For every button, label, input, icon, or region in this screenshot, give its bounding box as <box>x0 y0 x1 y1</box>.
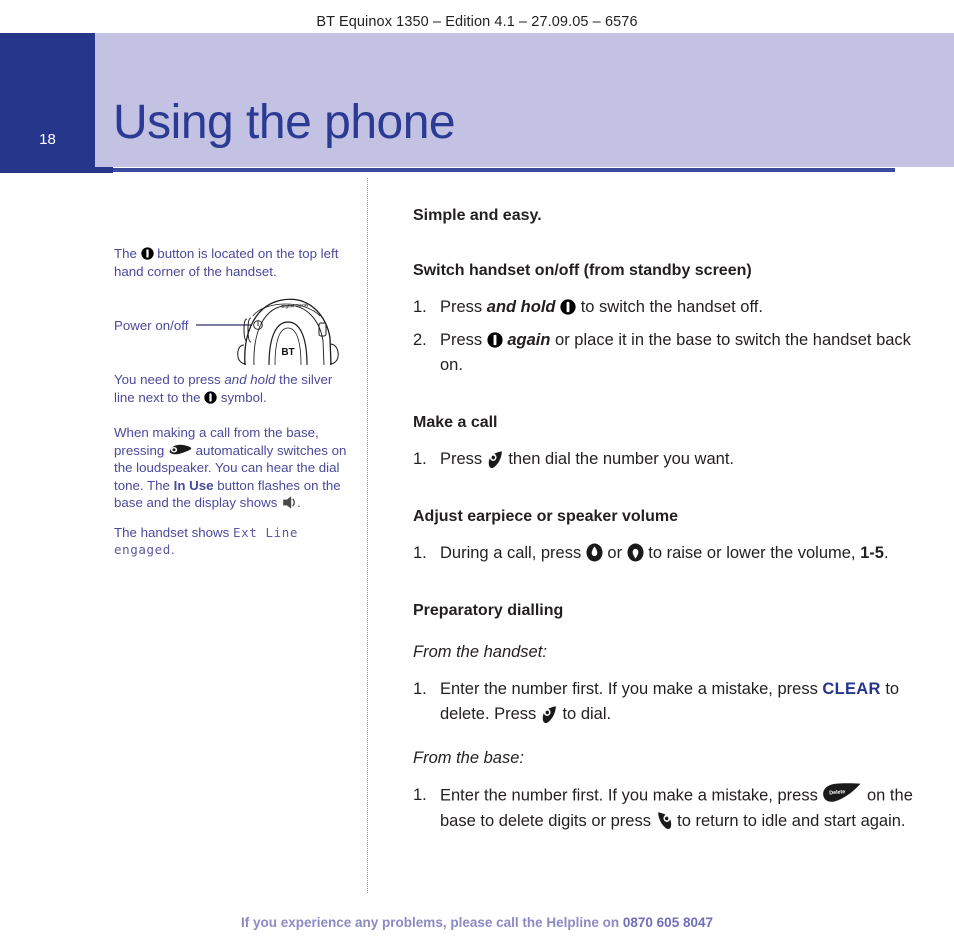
list-item-number: 1. <box>413 450 427 468</box>
handset-figure: Power on/off BT Digital Clarity <box>114 289 350 367</box>
list-item-number: 1. <box>413 680 427 698</box>
loudspeaker-icon <box>168 443 192 458</box>
list-item: 2. Press again or place it in the base t… <box>413 328 913 378</box>
volume-range: 1-5 <box>860 544 884 562</box>
step-text-tail: to switch the handset off. <box>576 298 763 316</box>
note3-text-e: . <box>297 495 301 510</box>
page-number-tab <box>0 33 95 173</box>
subheading-from-handset: From the handset: <box>413 643 547 661</box>
list-item-text: Press and hold to switch the handset off… <box>440 295 913 320</box>
list-item: 1. Press and hold to switch the handset … <box>413 295 913 320</box>
section-heading-switch-handset: Switch handset on/off (from standby scre… <box>413 262 752 279</box>
list-item-number: 1. <box>413 786 427 804</box>
power-icon <box>204 390 217 404</box>
helpline-phone-number: 0870 605 8047 <box>622 915 713 930</box>
dial-icon <box>487 450 504 469</box>
page-title: Using the phone <box>113 96 456 149</box>
list-item: 1. Enter the number first. If you make a… <box>413 677 913 727</box>
column-divider <box>367 178 369 893</box>
list-item-text: Enter the number first. If you make a mi… <box>440 783 913 834</box>
step-text: Press <box>440 450 487 468</box>
subheading-from-base: From the base: <box>413 749 524 767</box>
power-icon <box>560 299 576 315</box>
margin-note-press-hold: You need to press and hold the silver li… <box>114 371 350 406</box>
step-text-mid: or <box>602 544 627 562</box>
list-item-number: 2. <box>413 331 427 349</box>
list-item-number: 1. <box>413 298 427 316</box>
step-text-tail: to return to idle and start again. <box>672 811 906 830</box>
header-rule <box>113 168 895 172</box>
volume-down-icon <box>627 543 644 562</box>
margin-notes: The button is located on the top left ha… <box>114 245 350 559</box>
margin-note-ext-line: The handset shows Ext Line engaged. <box>114 524 350 559</box>
note4-text-a: The handset shows <box>114 524 234 540</box>
power-icon <box>140 247 154 260</box>
step-text: Press <box>440 331 487 349</box>
handset-brand-text: BT <box>281 347 294 358</box>
step-text-tail: then dial the number you want. <box>503 450 734 468</box>
power-icon <box>487 332 503 348</box>
step-text-tail: to raise or lower the volume, <box>643 544 861 562</box>
margin-note-loudspeaker: When making a call from the base, pressi… <box>114 424 350 512</box>
list-item: 1. During a call, press or to raise or l… <box>413 541 913 566</box>
list-item-number: 1. <box>413 544 427 562</box>
volume-up-icon <box>586 543 603 562</box>
list-item-text: Enter the number first. If you make a mi… <box>440 677 913 727</box>
section-heading-preparatory-dialling: Preparatory dialling <box>413 602 564 619</box>
step-text: Enter the number first. If you make a mi… <box>440 786 823 805</box>
list-item: 1. Press then dial the number you want. <box>413 447 913 472</box>
step-emphasis: again <box>507 331 551 349</box>
end-call-icon <box>656 811 673 830</box>
header-rule-cap <box>95 167 113 173</box>
list-item: 1. Enter the number first. If you make a… <box>413 783 913 834</box>
main-content: Simple and easy. Switch handset on/off (… <box>413 205 913 834</box>
list-item-text: During a call, press or to raise or lowe… <box>440 541 913 566</box>
note2-text-a: You need to press <box>114 372 225 387</box>
page-number: 18 <box>39 131 56 148</box>
section-heading-make-a-call: Make a call <box>413 414 498 431</box>
delete-key-icon: Delete <box>822 783 862 803</box>
note1-text-a: The <box>114 246 141 261</box>
footer-text: If you experience any problems, please c… <box>241 915 623 930</box>
running-head: BT Equinox 1350 – Edition 4.1 – 27.09.05… <box>316 14 638 30</box>
step-period: . <box>883 544 889 562</box>
intro-heading: Simple and easy. <box>413 207 542 224</box>
step-text: During a call, press <box>440 544 586 562</box>
section-heading-adjust-volume: Adjust earpiece or speaker volume <box>413 508 678 525</box>
step-text-tail: to dial. <box>557 705 612 723</box>
footer-helpline: If you experience any problems, please c… <box>0 915 954 930</box>
clear-key-label: CLEAR <box>822 680 881 698</box>
handset-caption-text: Digital Clarity <box>281 302 309 309</box>
step-emphasis: and hold <box>486 298 556 316</box>
note2-emphasis: and hold <box>224 372 276 387</box>
speaker-display-icon <box>281 495 297 510</box>
note3-inuse-label: In Use <box>173 477 214 493</box>
list-item-text: Press then dial the number you want. <box>440 447 913 472</box>
margin-note-power-location: The button is located on the top left ha… <box>114 245 350 280</box>
step-text: Press <box>440 298 487 316</box>
dial-icon <box>541 705 558 724</box>
note2-text-d: symbol. <box>217 389 267 405</box>
list-item-text: Press again or place it in the base to s… <box>440 328 913 378</box>
handset-figure-label: Power on/off <box>114 318 189 333</box>
note4-text-b: . <box>170 542 175 557</box>
step-text: Enter the number first. If you make a mi… <box>440 680 823 698</box>
